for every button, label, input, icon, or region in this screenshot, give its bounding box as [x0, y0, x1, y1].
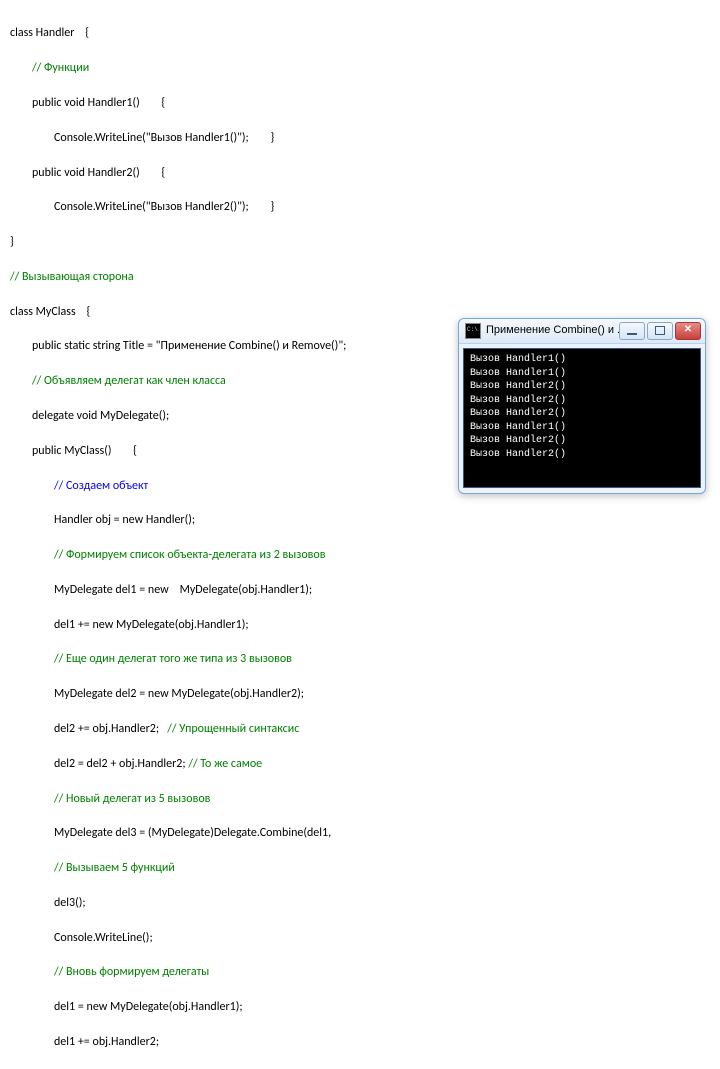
console-output: Вызов Handler1() Вызов Handler1() Вызов … — [463, 348, 701, 488]
code-line: del1 = new MyDelegate(obj.Handler1); — [54, 1000, 243, 1014]
console-line: Вызов Handler2() — [470, 434, 694, 448]
code-line: class Handler { — [10, 26, 89, 40]
code-line: del2 += obj.Handler2; — [54, 722, 167, 736]
window-title: Применение Combine() и ... — [486, 323, 619, 339]
console-line: Вызов Handler1() — [470, 421, 694, 435]
console-window: Применение Combine() и ... Вызов Handler… — [458, 318, 706, 494]
comment: // Создаем объект — [54, 479, 148, 493]
code-line: del1 += new MyDelegate(obj.Handler1); — [54, 618, 249, 632]
comment: // Формируем список объекта-делегата из … — [54, 548, 326, 562]
code-line: del2 = del2 + obj.Handler2; — [54, 757, 188, 771]
comment: // Вызывающая сторона — [10, 270, 134, 284]
console-line: Вызов Handler2() — [470, 380, 694, 394]
comment: // Объявляем делегат как член класса — [32, 374, 226, 388]
code-line: MyDelegate del1 = new MyDelegate(obj.Han… — [54, 583, 312, 597]
console-line: Вызов Handler2() — [470, 448, 694, 462]
comment: // Новый делегат из 5 вызовов — [54, 792, 210, 806]
code-line: delegate void MyDelegate(); — [32, 409, 169, 423]
close-button[interactable] — [675, 322, 701, 340]
console-line: Вызов Handler2() — [470, 394, 694, 408]
code-line: del1 += obj.Handler2; — [54, 1035, 159, 1049]
maximize-button[interactable] — [647, 322, 673, 340]
comment: // Функции — [32, 61, 89, 75]
console-line: Вызов Handler2() — [470, 407, 694, 421]
console-line: Вызов Handler1() — [470, 367, 694, 381]
console-line: Вызов Handler1() — [470, 353, 694, 367]
code-line: class MyClass { — [10, 305, 90, 319]
comment: // Еще один делегат того же типа из 3 вы… — [54, 652, 292, 666]
code-line: MyDelegate del3 = (MyDelegate)Delegate.C… — [54, 826, 331, 840]
code-line: Console.WriteLine(); — [54, 931, 153, 945]
code-line: Console.WriteLine("Вызов Handler2()"); } — [54, 200, 274, 214]
code-line: public static string Title = "Применение… — [32, 339, 346, 353]
minimize-button[interactable] — [619, 322, 645, 340]
code-line: Console.WriteLine("Вызов Handler1()"); } — [54, 131, 274, 145]
code-line: } — [10, 235, 14, 249]
comment: // То же самое — [188, 757, 262, 771]
code-line: public MyClass() { — [32, 444, 137, 458]
code-line: public void Handler2() { — [32, 166, 165, 180]
code-line: MyDelegate del2 = new MyDelegate(obj.Han… — [54, 687, 304, 701]
code-line: public void Handler1() { — [32, 96, 165, 110]
code-listing: class Handler { // Функции public void H… — [10, 8, 710, 1069]
comment: // Упрощенный синтаксис — [167, 722, 299, 736]
comment: // Вновь формируем делегаты — [54, 965, 209, 979]
comment: // Вызываем 5 функций — [54, 861, 175, 875]
app-icon — [465, 323, 481, 339]
code-line: del3(); — [54, 896, 86, 910]
code-line: Handler obj = new Handler(); — [54, 513, 195, 527]
titlebar[interactable]: Применение Combine() и ... — [459, 319, 705, 344]
